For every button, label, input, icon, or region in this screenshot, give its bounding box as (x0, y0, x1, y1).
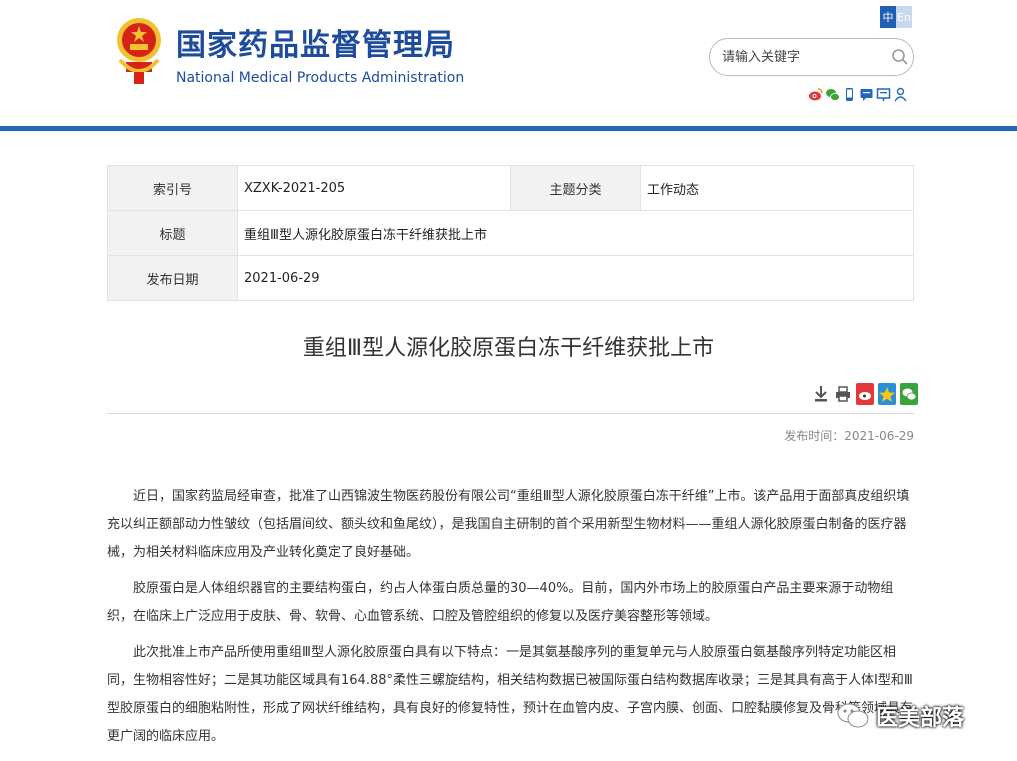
title-value: 重组Ⅲ型人源化胶原蛋白冻干纤维获批上市 (237, 210, 914, 256)
site-header: 国家药品监督管理局 National Medical Products Admi… (0, 0, 1017, 126)
date-label: 发布日期 (107, 255, 238, 301)
header-divider (0, 126, 1017, 131)
table-row: 索引号 XZXK-2021-205 主题分类 工作动态 (107, 165, 914, 211)
category-value: 工作动态 (640, 165, 914, 211)
table-row: 发布日期 2021-06-29 (107, 255, 914, 301)
wechat-watermark-icon (837, 703, 869, 728)
download-icon[interactable] (812, 383, 830, 405)
category-label: 主题分类 (510, 165, 641, 211)
article-info-table: 索引号 XZXK-2021-205 主题分类 工作动态 标题 重组Ⅲ型人源化胶原… (107, 165, 914, 301)
share-wechat-icon[interactable] (900, 383, 918, 405)
weibo-icon[interactable] (808, 86, 823, 103)
title-label: 标题 (107, 210, 238, 256)
email-icon[interactable] (876, 86, 891, 103)
site-title-cn[interactable]: 国家药品监督管理局 (176, 20, 455, 64)
table-row: 标题 重组Ⅲ型人源化胶原蛋白冻干纤维获批上市 (107, 210, 914, 256)
search-input[interactable] (722, 47, 882, 67)
national-emblem-icon[interactable] (114, 10, 164, 88)
social-links (808, 86, 908, 103)
article-paragraph: 近日，国家药监局经审查，批准了山西锦波生物医药股份有限公司“重组Ⅲ型人源化胶原蛋… (107, 489, 910, 560)
watermark-text: 医美部落 (876, 706, 965, 731)
search-icon[interactable] (891, 48, 909, 66)
article-body: 近日，国家药监局经审查，批准了山西锦波生物医药股份有限公司“重组Ⅲ型人源化胶原蛋… (107, 483, 914, 759)
index-label: 索引号 (107, 165, 238, 211)
search-box (709, 38, 914, 76)
watermark: 医美部落 (836, 700, 964, 732)
publish-time: 发布时间：2021-06-29 (784, 429, 914, 443)
lang-en-button[interactable]: En (896, 6, 912, 28)
title-divider (107, 413, 914, 414)
article-paragraph: 胶原蛋白是人体组织器官的主要结构蛋白，约占人体蛋白质总量的30—40%。目前，国… (107, 581, 894, 624)
index-value: XZXK-2021-205 (237, 165, 511, 211)
lang-zh-button[interactable]: 中 (880, 6, 896, 28)
date-value: 2021-06-29 (237, 255, 914, 301)
share-qzone-icon[interactable] (878, 383, 896, 405)
message-icon[interactable] (859, 86, 874, 103)
article-title: 重组Ⅲ型人源化胶原蛋白冻干纤维获批上市 (302, 336, 715, 361)
language-switch: 中 En (880, 6, 912, 28)
user-icon[interactable] (893, 86, 908, 103)
site-title-en[interactable]: National Medical Products Administration (176, 70, 464, 86)
print-icon[interactable] (834, 383, 852, 405)
mobile-icon[interactable] (842, 86, 857, 103)
article-tools (812, 383, 918, 405)
wechat-icon[interactable] (825, 86, 840, 103)
article-paragraph: 此次批准上市产品所使用重组Ⅲ型人源化胶原蛋白具有以下特点：一是其氨基酸序列的重复… (107, 645, 914, 744)
share-weibo-icon[interactable] (856, 383, 874, 405)
